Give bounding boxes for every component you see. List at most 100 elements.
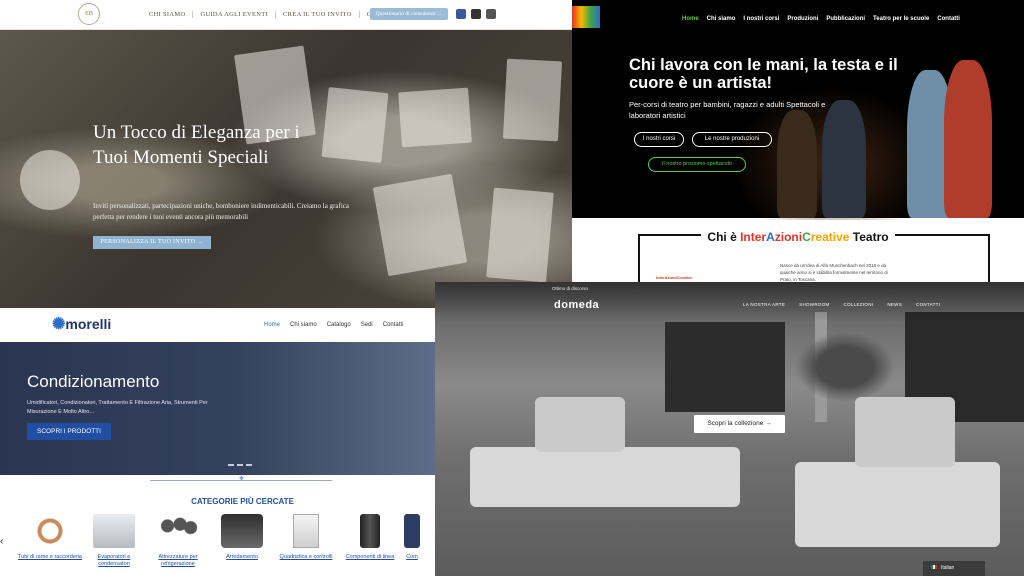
about-title-part: A (766, 230, 775, 244)
morelli-site: ✺morelli Home Chi siamo Catalogo Sedi Co… (0, 308, 435, 576)
discover-collection-button[interactable]: Scopri la collezione → (694, 415, 785, 433)
about-title: Chi è InterAzioniCreative Teatro (572, 230, 1024, 244)
actor-image (777, 110, 817, 218)
category-label: Tubi di rame e raccorderia (18, 554, 82, 560)
menu-item-guida-eventi[interactable]: GUIDA AGLI EVENTI (193, 11, 277, 18)
showcase-image (221, 514, 263, 548)
menu-item-chi-siamo[interactable]: Chi siamo (290, 322, 317, 328)
menu-item-arte[interactable]: LA NOSTRA ARTE (743, 302, 785, 307)
invitation-card-image (486, 187, 554, 283)
category-label: Evaporatori e condensatori (97, 554, 131, 567)
morelli-menu: Home Chi siamo Catalogo Sedi Contatti (264, 322, 403, 328)
morelli-logo[interactable]: ✺morelli (52, 314, 111, 334)
evaporator-image (93, 514, 135, 548)
category-label: Quadristica e controlli (279, 554, 333, 560)
menu-item-chi-siamo[interactable]: Chi siamo (707, 16, 736, 22)
snowflake-icon: ✺ (52, 316, 66, 333)
menu-item-showroom[interactable]: SHOWROOM (799, 302, 829, 307)
invitation-card-image (502, 58, 563, 142)
discover-products-button[interactable]: SCOPRI I PRODOTTI (27, 423, 111, 440)
theatre-logo[interactable] (572, 6, 600, 28)
window-image (665, 322, 785, 412)
copper-pipe-image (29, 514, 71, 548)
category-label: Com (406, 554, 418, 560)
category-label: Componenti di linea (345, 554, 395, 560)
category-item[interactable]: Tubi di rame e raccorderia (18, 514, 82, 568)
next-show-button[interactable]: Il nostro prossimo spettacolo (648, 157, 746, 172)
about-title-part: reative (810, 230, 850, 244)
facebook-icon[interactable] (456, 9, 466, 19)
theatre-hero-title: Chi lavora con le mani, la testa e il cu… (629, 56, 898, 92)
cushion-image (855, 397, 955, 467)
menu-item-produzioni[interactable]: Produzioni (787, 16, 818, 22)
productions-button[interactable]: Le nostre produzioni (692, 132, 772, 147)
about-title-part: C (802, 230, 811, 244)
quote-button[interactable]: Questionario di consulenza → (370, 8, 448, 20)
domeda-site: Ottimo di discorso domeda LA NOSTRA ARTE… (435, 282, 1024, 576)
chevron-left-icon[interactable]: ‹ (0, 536, 3, 547)
theatre-site: Home Chi siamo I nostri corsi Produzioni… (572, 0, 1024, 282)
category-item[interactable]: Evaporatori e condensatori (82, 514, 146, 568)
about-title-part: Teatro (849, 230, 889, 244)
about-title-part: Inter (740, 230, 767, 244)
carousel-dots (228, 464, 252, 466)
category-label: Arredamento (226, 554, 258, 560)
morelli-logo-text: morelli (65, 316, 112, 332)
category-item[interactable]: Quadristica e controlli (274, 514, 338, 568)
sofa-image (470, 447, 740, 507)
instagram-icon[interactable] (471, 9, 481, 19)
language-label: Italian (941, 565, 955, 571)
menu-item-home[interactable]: Home (682, 16, 699, 22)
invitations-logo[interactable]: EB (78, 3, 100, 25)
about-title-part: zioni (774, 230, 803, 244)
menu-item-collezioni[interactable]: COLLEZIONI (844, 302, 874, 307)
tiktok-icon[interactable] (486, 9, 496, 19)
plate-image (20, 150, 80, 210)
categories-title: CATEGORIE PIÙ CERCATE (191, 497, 294, 506)
about-title-prefix: Chi è (707, 230, 741, 244)
menu-item-catalogo[interactable]: Catalogo (327, 322, 351, 328)
personalize-invite-button[interactable]: PERSONALIZZA IL TUO INVITO → (93, 236, 211, 249)
language-selector[interactable]: Italian (923, 561, 985, 576)
line-component-image (360, 514, 380, 548)
menu-item-contatti[interactable]: CONTATTI (916, 302, 940, 307)
carousel-dot[interactable] (246, 464, 252, 466)
menu-item-chi-siamo[interactable]: CHI SIAMO (142, 11, 194, 18)
category-label: Attrezzature per refrigerazione (158, 554, 198, 567)
menu-item-pubblicazioni[interactable]: Pubblicazioni (826, 16, 865, 22)
menu-item-contatti[interactable]: Contatti (383, 322, 404, 328)
category-item[interactable]: Attrezzature per refrigerazione (146, 514, 210, 568)
invitation-card-image (321, 87, 389, 163)
menu-item-corsi[interactable]: I nostri corsi (743, 16, 779, 22)
domeda-menu: LA NOSTRA ARTE SHOWROOM COLLEZIONI NEWS … (743, 302, 940, 307)
courses-button[interactable]: I nostri corsi (634, 132, 684, 147)
categories-list: Tubi di rame e raccorderia Evaporatori e… (18, 514, 422, 568)
morelli-hero-title: Condizionamento (27, 372, 160, 391)
invitations-hero-title: Un Tocco di Eleganza per i Tuoi Momenti … (93, 122, 300, 168)
control-panel-image (293, 514, 319, 548)
morelli-hero-subtitle: Umidificatori, Condizionatori, Trattamen… (27, 400, 208, 415)
carousel-dot[interactable] (228, 464, 234, 466)
menu-item-sedi[interactable]: Sedi (361, 322, 373, 328)
invitation-card-image (398, 87, 472, 148)
category-item[interactable]: Componenti di linea (338, 514, 402, 568)
menu-item-contatti[interactable]: Contatti (937, 16, 960, 22)
menu-item-crea-invito[interactable]: CREA IL TUO INVITO (276, 11, 360, 18)
plant-image (795, 332, 895, 402)
carousel-dot[interactable] (237, 464, 243, 466)
category-item[interactable]: Com (402, 514, 422, 568)
invitation-card-image (372, 173, 468, 277)
interazioni-mini-logo: InterAzioniCreative (656, 275, 693, 280)
menu-item-teatro-scuole[interactable]: Teatro per le scuole (873, 16, 929, 22)
menu-item-news[interactable]: NEWS (887, 302, 902, 307)
italy-flag-icon (931, 565, 937, 569)
theatre-hero: Home Chi siamo I nostri corsi Produzioni… (572, 0, 1024, 220)
domeda-navbar: Ottimo di discorso domeda LA NOSTRA ARTE… (435, 282, 1024, 322)
actor-image (944, 60, 992, 218)
menu-item-home[interactable]: Home (264, 322, 280, 328)
morelli-navbar: ✺morelli Home Chi siamo Catalogo Sedi Co… (0, 308, 435, 342)
divider-icon: ❄ (239, 476, 245, 482)
domeda-logo[interactable]: domeda (554, 299, 599, 311)
category-item[interactable]: Arredamento (210, 514, 274, 568)
theatre-hero-subtitle: Per-corsi di teatro per bambini, ragazzi… (629, 100, 826, 120)
